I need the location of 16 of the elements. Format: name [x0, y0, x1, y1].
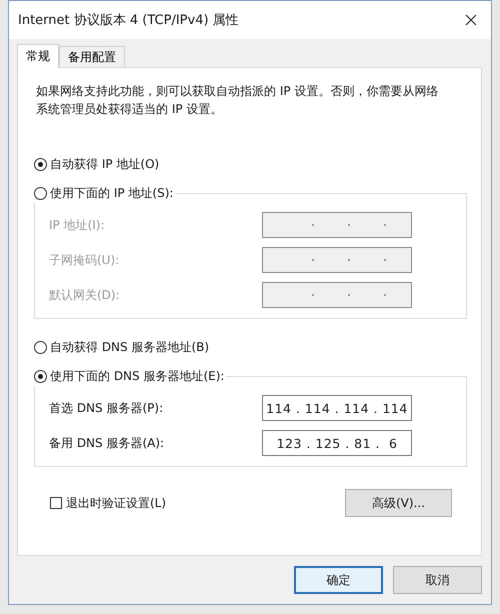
ip-address-field[interactable]: 114 . 114 . 114 . 114 [262, 395, 412, 421]
field-label: 首选 DNS 服务器(P): [49, 400, 164, 416]
ip-address-field[interactable]: 123 . 125 . 81 . 6 [262, 430, 412, 456]
field-label: IP 地址(I): [49, 216, 105, 234]
tab[interactable]: 常规 [17, 44, 59, 68]
dialog-button[interactable]: 取消 [393, 566, 482, 594]
field-label: 备用 DNS 服务器(A): [49, 434, 164, 452]
field-label: 默认网关(D): [49, 286, 120, 304]
dialog-button[interactable]: 确定 [294, 566, 383, 594]
description-text: 如果网络支持此功能，则可以获取自动指派的 IP 设置。否则，你需要从网络系统管理员处获得适当的 IP 设置。 [36, 83, 440, 118]
advanced-button[interactable]: 高级(V)... [345, 489, 452, 517]
field-label: 子网掩码(U): [49, 252, 120, 268]
window-title: Internet 协议版本 4 (TCP/IPv4) 属性 [18, 12, 239, 29]
tab[interactable]: 备用配置 [59, 46, 125, 67]
checkbox[interactable]: 退出时验证设置(L) [50, 494, 166, 512]
close-icon[interactable] [465, 14, 477, 26]
